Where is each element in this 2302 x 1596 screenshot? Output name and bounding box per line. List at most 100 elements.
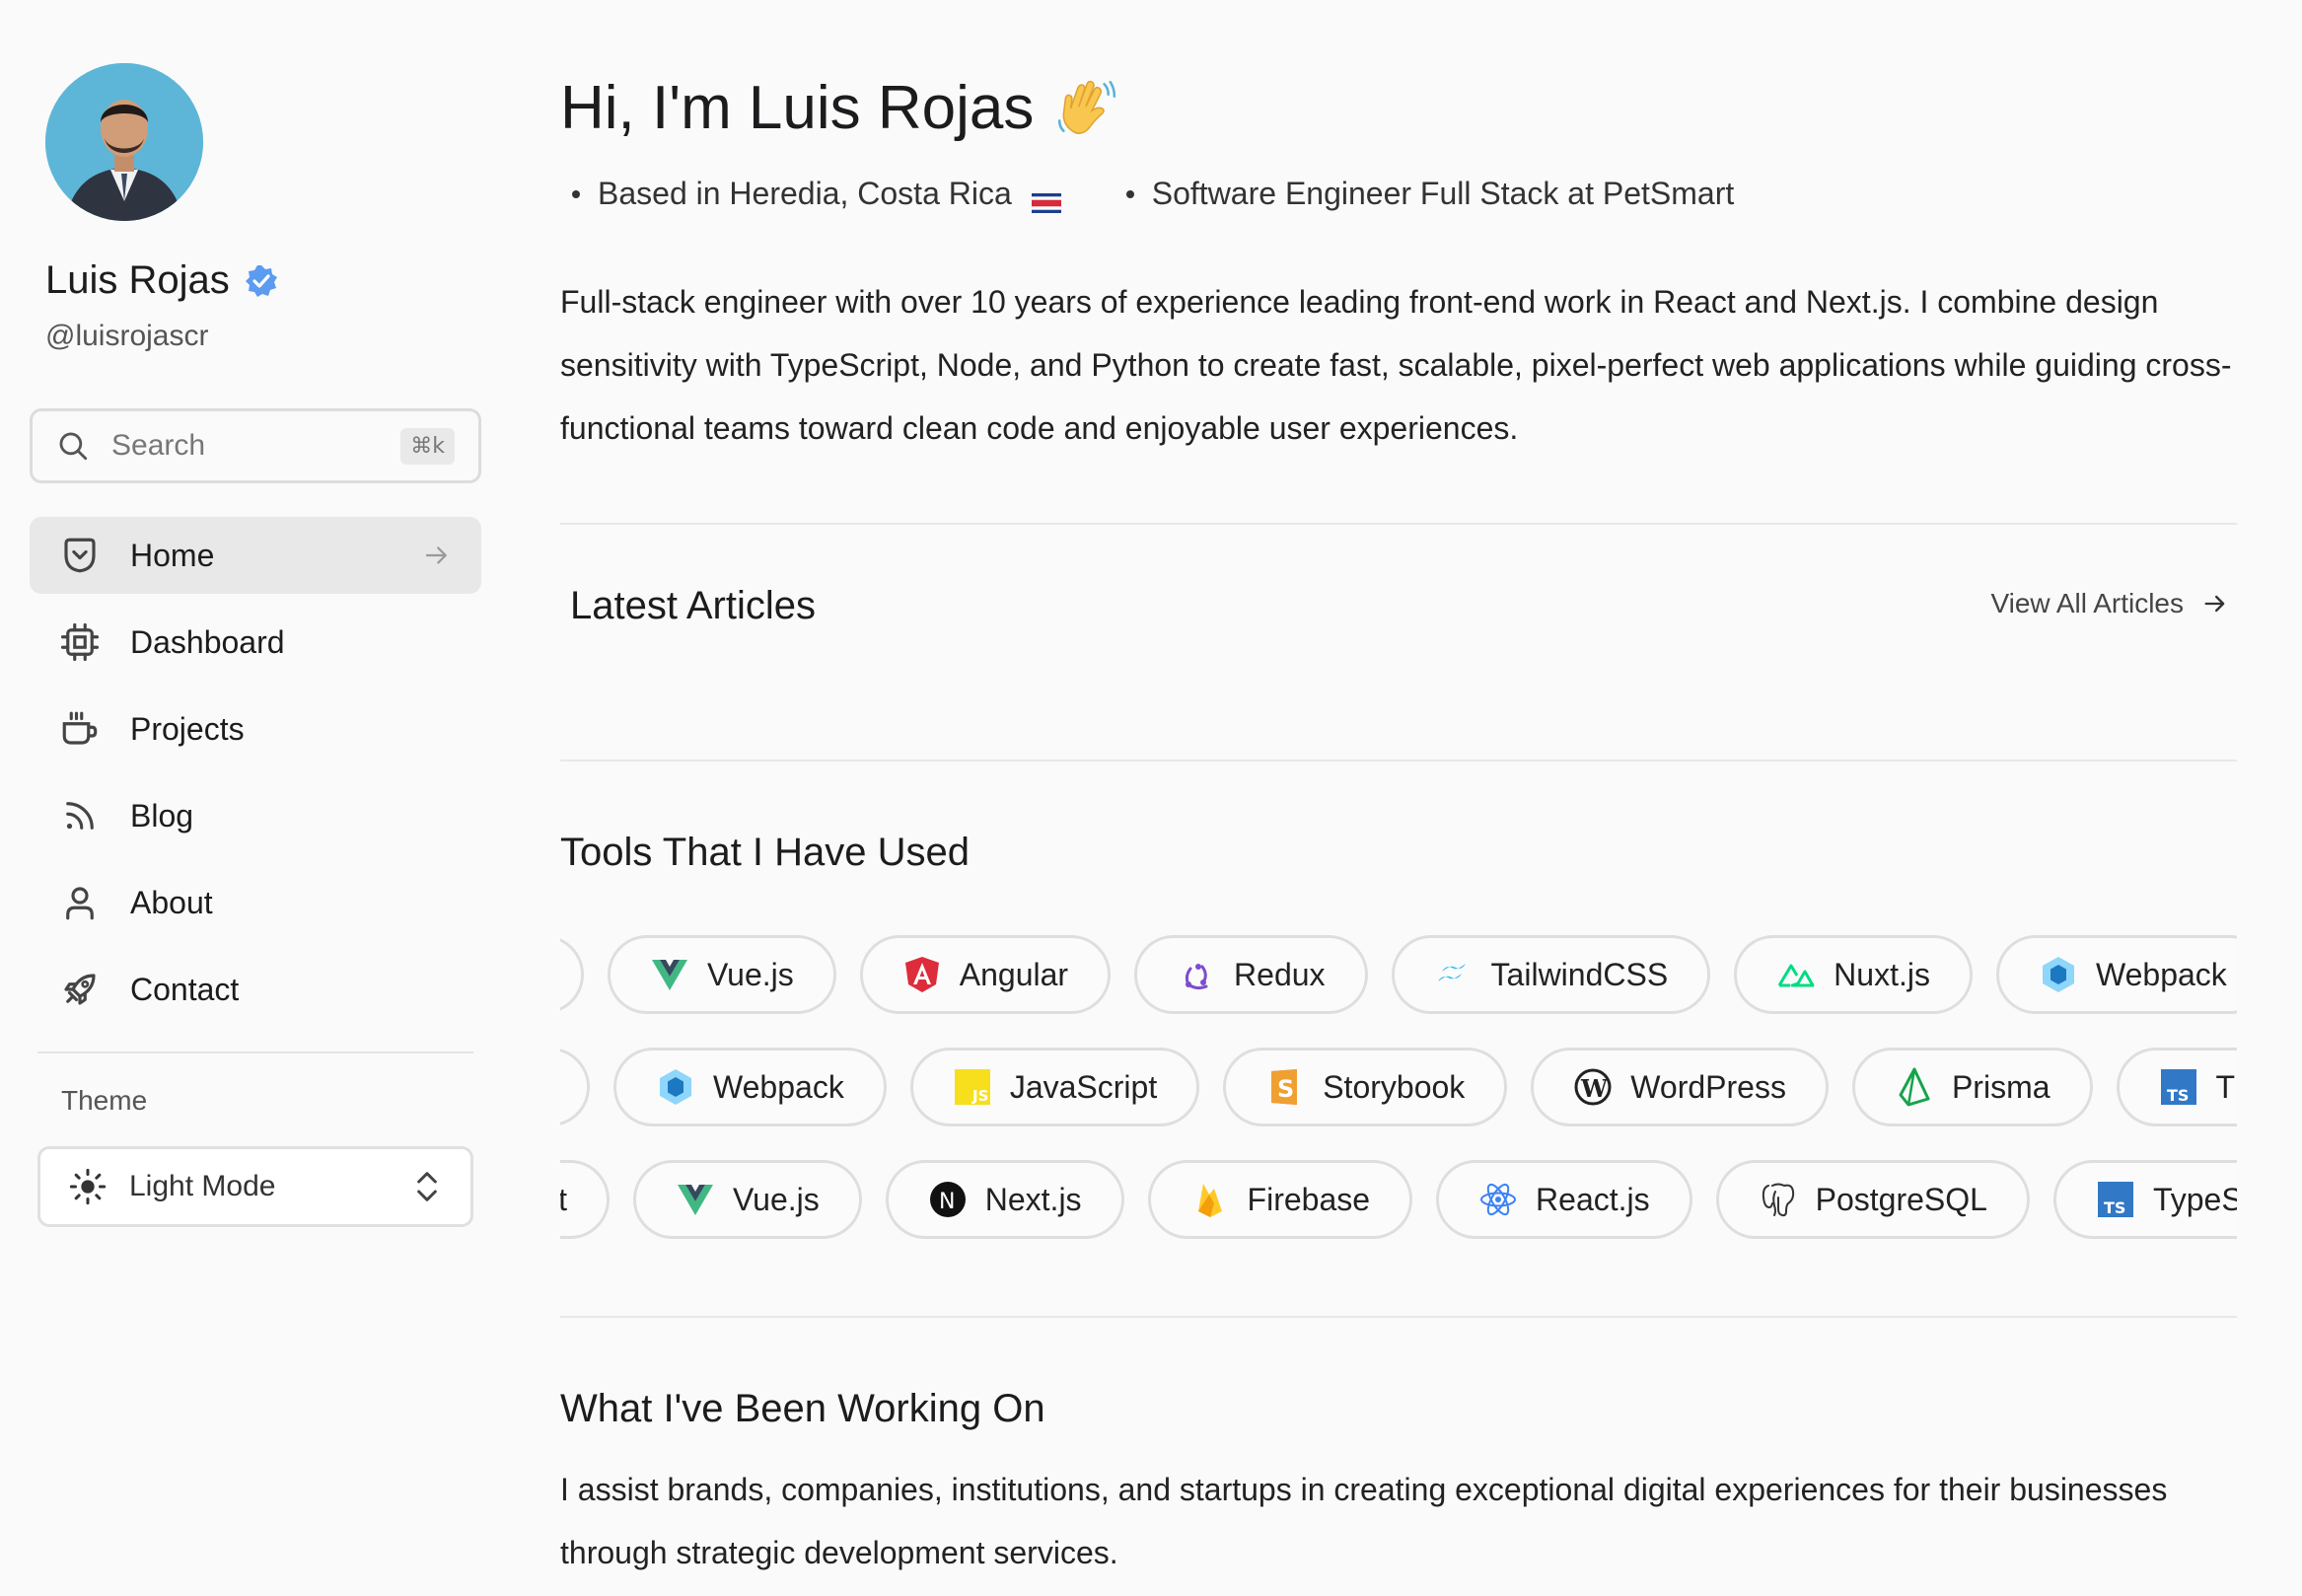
nav-label-about: About [130, 884, 213, 920]
nuxt-icon [1777, 964, 1815, 987]
svg-text:TS: TS [2104, 1198, 2125, 1217]
portfolio-page: Luis Rojas @luisrojascr ⌘k [0, 0, 2302, 1596]
tool-pill[interactable]: S Storybook [1223, 1048, 1508, 1126]
angular-icon [904, 957, 939, 992]
tool-pill[interactable]: Webpack [613, 1048, 887, 1126]
tool-pill[interactable]: PostgreSQL [1715, 1160, 2030, 1239]
nav-item-blog[interactable]: Blog [30, 777, 481, 854]
typescript-icon: TS [2160, 1069, 2196, 1105]
tools-row-3: ot Vue.js N Next.js [560, 1160, 2237, 1239]
profile-name: Luis Rojas [45, 258, 230, 302]
tailwind-icon [1437, 964, 1466, 981]
nextjs-icon: N [929, 1182, 966, 1217]
rss-icon [66, 802, 94, 830]
svg-text:TS: TS [2167, 1086, 2189, 1105]
tool-pill[interactable]: TS T [2116, 1048, 2237, 1126]
vue-icon [678, 1185, 713, 1215]
costa-rica-flag-icon [1031, 184, 1061, 213]
sidebar: Luis Rojas @luisrojascr ⌘k [0, 0, 513, 1596]
rocket-icon [64, 974, 96, 1005]
svg-text:JS: JS [971, 1087, 988, 1105]
section-divider-2 [560, 760, 2237, 762]
view-all-articles-link[interactable]: View All Articles [1990, 588, 2229, 619]
home-shield-icon [64, 538, 96, 573]
profile-handle: @luisrojascr [45, 320, 209, 352]
coffee-icon [62, 711, 98, 745]
section-divider-3 [560, 1316, 2237, 1318]
vue-icon [652, 960, 687, 990]
theme-select[interactable]: Light Mode [37, 1146, 473, 1227]
webpack-icon [660, 1069, 691, 1105]
firebase-icon [1197, 1184, 1222, 1217]
tool-pill[interactable]: e [560, 1048, 590, 1126]
tools-marquee: Vue.js Angular Redux TailwindCSS Nuxt.js… [560, 931, 2237, 1247]
search-box[interactable]: ⌘k [30, 408, 481, 483]
nav-item-dashboard[interactable]: Dashboard [30, 604, 481, 681]
tool-pill[interactable]: Nuxt.js [1734, 935, 1973, 1014]
sun-icon [69, 1168, 107, 1205]
svg-text:N: N [939, 1190, 955, 1214]
storybook-icon: S [1271, 1069, 1298, 1105]
main-nav: Home Dashboard Projects Blog About Conta… [30, 517, 481, 1038]
redux-icon [1185, 964, 1208, 990]
tool-pill[interactable]: N Next.js [885, 1160, 1124, 1239]
wordpress-icon: W [1574, 1068, 1612, 1106]
chevron-up-down-icon [417, 1172, 437, 1201]
arrow-right-icon [425, 546, 447, 564]
main-content: Hi, I'm Luis Rojas Based in Heredia, Cos… [560, 0, 2237, 1596]
tool-pill[interactable]: TailwindCSS [1391, 935, 1711, 1014]
avatar[interactable] [45, 63, 203, 221]
arrow-right-icon [2204, 595, 2225, 613]
profile-name-row: Luis Rojas [45, 258, 279, 303]
tool-pill[interactable]: ot [560, 1160, 610, 1239]
hero-title-row: Hi, I'm Luis Rojas [560, 73, 1118, 143]
verified-badge-icon [244, 263, 279, 299]
fact-location-text: Based in Heredia, Costa Rica [598, 176, 1012, 211]
svg-text:W: W [1580, 1074, 1609, 1103]
postgresql-icon [1762, 1183, 1794, 1217]
nav-label-projects: Projects [130, 710, 245, 747]
hero-bio: Full-stack engineer with over 10 years o… [560, 284, 2232, 446]
tool-pill[interactable]: TS TypeS [2052, 1160, 2237, 1239]
chip-icon [60, 622, 100, 662]
latest-articles-title: Latest Articles [570, 584, 817, 627]
tool-pill[interactable]: Prisma [1851, 1048, 2093, 1126]
nav-item-about[interactable]: About [30, 864, 481, 941]
nav-item-home[interactable]: Home [30, 517, 481, 594]
tool-pill[interactable]: Vue.js [633, 1160, 862, 1239]
nav-label-home: Home [130, 537, 215, 573]
theme-label: Theme [61, 1085, 148, 1116]
tool-pill[interactable]: Webpack [1995, 935, 2237, 1014]
theme-value: Light Mode [129, 1170, 276, 1202]
waving-hand-icon [1053, 76, 1118, 141]
tool-pill[interactable]: W WordPress [1531, 1048, 1829, 1126]
webpack-icon [2042, 957, 2074, 992]
tools-row-2: e Webpack JS JavaScript [560, 1048, 2237, 1126]
tool-pill[interactable] [560, 935, 584, 1014]
fact-role: Software Engineer Full Stack at PetSmart [1115, 176, 1734, 212]
typescript-icon: TS [2097, 1182, 2133, 1217]
hero-facts: Based in Heredia, Costa Rica Software En… [560, 176, 1734, 213]
react-icon [1480, 1183, 1517, 1216]
tool-pill[interactable]: Firebase [1147, 1160, 1413, 1239]
work-text: I assist brands, companies, institutions… [560, 1472, 2168, 1570]
work-title: What I've Been Working On [560, 1387, 1045, 1430]
view-all-articles-label: View All Articles [1990, 588, 2184, 618]
javascript-icon: JS [954, 1069, 990, 1105]
tool-pill[interactable]: Redux [1134, 935, 1368, 1014]
nav-item-projects[interactable]: Projects [30, 690, 481, 767]
prisma-icon [1899, 1067, 1930, 1107]
tool-pill[interactable]: Vue.js [608, 935, 836, 1014]
tool-pill[interactable]: React.js [1436, 1160, 1692, 1239]
fact-location: Based in Heredia, Costa Rica [560, 176, 1061, 213]
fact-role-text: Software Engineer Full Stack at PetSmart [1151, 176, 1735, 211]
tool-pill[interactable]: JS JavaScript [909, 1048, 1200, 1126]
tools-title: Tools That I Have Used [560, 831, 971, 874]
search-input[interactable] [111, 429, 401, 463]
user-icon [66, 887, 94, 920]
nav-label-contact: Contact [130, 971, 240, 1007]
nav-item-contact[interactable]: Contact [30, 951, 481, 1028]
tool-pill[interactable]: Angular [859, 935, 1112, 1014]
section-divider-1 [560, 523, 2237, 525]
nav-label-blog: Blog [130, 797, 194, 834]
